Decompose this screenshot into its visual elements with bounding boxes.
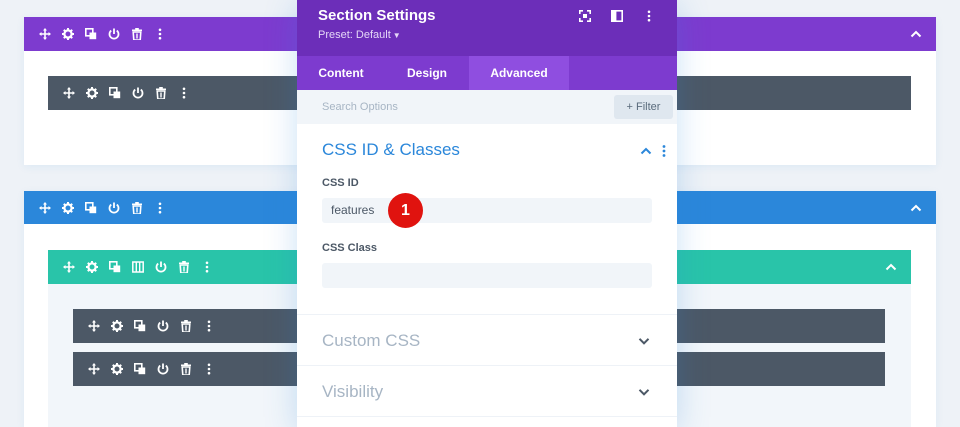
power-icon[interactable] — [107, 27, 121, 41]
preset-dropdown[interactable]: Preset: Default ▼ — [318, 29, 656, 41]
fullscreen-icon[interactable] — [579, 10, 593, 24]
duplicate-icon[interactable] — [84, 201, 98, 215]
power-icon[interactable] — [156, 319, 170, 333]
more-vertical-icon[interactable] — [661, 143, 667, 157]
columns-icon[interactable] — [131, 260, 145, 274]
duplicate-icon[interactable] — [108, 86, 122, 100]
gear-icon[interactable] — [110, 319, 124, 333]
gear-icon[interactable] — [85, 260, 99, 274]
group-title-css-id-classes[interactable]: CSS ID & Classes — [322, 140, 460, 160]
modal-tabs: Content Design Advanced — [297, 56, 677, 90]
search-row: Search Options + Filter — [297, 90, 677, 124]
gear-icon[interactable] — [110, 362, 124, 376]
divider — [297, 314, 677, 315]
divider — [297, 416, 677, 417]
modal-header[interactable]: Section Settings Preset: Default ▼ — [297, 0, 677, 56]
group-title-visibility[interactable]: Visibility — [322, 382, 383, 402]
css-class-label: CSS Class — [322, 242, 378, 254]
chevron-up-icon[interactable] — [910, 202, 922, 214]
move-icon[interactable] — [38, 27, 52, 41]
more-vertical-icon[interactable] — [153, 201, 167, 215]
chevron-down-icon[interactable] — [638, 386, 650, 398]
trash-icon[interactable] — [179, 362, 193, 376]
duplicate-icon[interactable] — [133, 362, 147, 376]
css-id-label: CSS ID — [322, 177, 359, 189]
chevron-up-icon[interactable] — [910, 28, 922, 40]
chevron-up-icon[interactable] — [640, 145, 652, 157]
css-class-input[interactable] — [322, 263, 652, 288]
chevron-down-icon[interactable] — [638, 335, 650, 347]
split-view-icon[interactable] — [611, 10, 625, 24]
duplicate-icon[interactable] — [133, 319, 147, 333]
power-icon[interactable] — [107, 201, 121, 215]
power-icon[interactable] — [154, 260, 168, 274]
move-icon[interactable] — [62, 260, 76, 274]
css-id-input[interactable]: features — [322, 198, 652, 223]
tab-content[interactable]: Content — [297, 56, 385, 90]
tab-design[interactable]: Design — [385, 56, 469, 90]
more-vertical-icon[interactable] — [177, 86, 191, 100]
caret-down-icon: ▼ — [392, 31, 401, 40]
section-settings-modal: Section Settings Preset: Default ▼ Conten… — [297, 0, 677, 427]
divider — [297, 365, 677, 366]
more-vertical-icon[interactable] — [200, 260, 214, 274]
gear-icon[interactable] — [61, 27, 75, 41]
move-icon[interactable] — [38, 201, 52, 215]
trash-icon[interactable] — [130, 27, 144, 41]
filter-button[interactable]: + Filter — [614, 95, 673, 119]
duplicate-icon[interactable] — [108, 260, 122, 274]
chevron-up-icon[interactable] — [885, 261, 897, 273]
search-input[interactable]: Search Options — [322, 90, 398, 124]
power-icon[interactable] — [131, 86, 145, 100]
move-icon[interactable] — [87, 362, 101, 376]
gear-icon[interactable] — [85, 86, 99, 100]
trash-icon[interactable] — [177, 260, 191, 274]
trash-icon[interactable] — [130, 201, 144, 215]
more-vertical-icon[interactable] — [202, 319, 216, 333]
more-vertical-icon[interactable] — [153, 27, 167, 41]
duplicate-icon[interactable] — [84, 27, 98, 41]
tab-advanced[interactable]: Advanced — [469, 56, 569, 90]
gear-icon[interactable] — [61, 201, 75, 215]
group-title-custom-css[interactable]: Custom CSS — [322, 331, 420, 351]
move-icon[interactable] — [87, 319, 101, 333]
annotation-badge: 1 — [388, 193, 423, 228]
trash-icon[interactable] — [154, 86, 168, 100]
more-vertical-icon[interactable] — [202, 362, 216, 376]
move-icon[interactable] — [62, 86, 76, 100]
more-vertical-icon[interactable] — [643, 10, 657, 24]
trash-icon[interactable] — [179, 319, 193, 333]
power-icon[interactable] — [156, 362, 170, 376]
